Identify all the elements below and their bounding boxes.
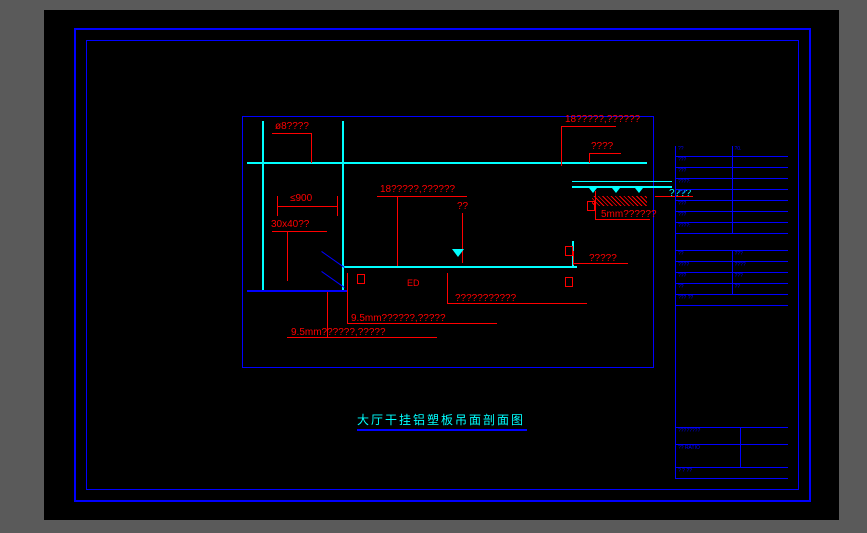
anno-diam8: ø8???? <box>275 121 309 132</box>
title-underline <box>357 429 527 431</box>
light-tri-1 <box>589 188 597 193</box>
tb-ratio-label: ?? RATIO <box>676 445 741 467</box>
leader-30x40-v <box>287 231 288 281</box>
leader-diam8-h <box>272 133 312 134</box>
tb-row: ???????? <box>676 262 788 273</box>
tb-row: ??? <box>676 212 788 223</box>
leader-diam8 <box>311 133 312 163</box>
dim-900-l <box>277 196 278 216</box>
tb-row: ???? <box>676 284 788 295</box>
tb-row: ??? <box>676 190 788 201</box>
leader-qrow-v <box>447 273 448 303</box>
inner-border: ø8???? ≤900 30x40?? 18?????,?????? ?? 18… <box>86 40 799 490</box>
hatch-1 <box>592 196 647 206</box>
dim-box-3 <box>357 274 365 284</box>
leader-18b-h <box>561 126 616 127</box>
dim-box-2 <box>565 246 573 256</box>
leader-95a-v <box>347 273 348 323</box>
upper-ceiling <box>572 186 672 188</box>
tb-row: ????? <box>676 251 788 262</box>
light-tri-3 <box>635 188 643 193</box>
tb-row: ????: <box>676 223 788 234</box>
leader-100 <box>589 153 621 154</box>
tb-row: ?????? <box>676 273 788 284</box>
tb-row: ??? <box>676 201 788 212</box>
dim-box-4 <box>565 277 573 287</box>
anno-5mm: 5mm?????? <box>601 209 657 220</box>
leader-30x40-h <box>272 231 327 232</box>
tb-row: ??? <box>676 168 788 179</box>
leader-right-v <box>573 251 574 265</box>
anno-95b: 9.5mm??????,????? <box>291 327 386 338</box>
light-tri-2 <box>612 188 620 193</box>
floor-line <box>247 290 347 292</box>
tb-row: ??? <box>676 157 788 168</box>
anno-18a: 18?????,?????? <box>380 184 455 195</box>
anno-100: ???? <box>591 141 613 152</box>
anno-ed: ED <box>407 278 420 288</box>
leader-100-v <box>589 153 590 163</box>
anno-95a: 9.5mm??????,????? <box>351 313 446 324</box>
anno-le900: ≤900 <box>290 193 312 204</box>
upper-ceiling2 <box>572 181 672 182</box>
leader-18a <box>397 196 398 266</box>
cad-canvas[interactable]: ø8???? ≤900 30x40?? 18?????,?????? ?? 18… <box>44 10 839 520</box>
outer-border: ø8???? ≤900 30x40?? 18?????,?????? ?? 18… <box>74 28 811 502</box>
anno-right: ????? <box>589 253 617 264</box>
leader-18a-h <box>377 196 467 197</box>
dim-box-1 <box>587 201 595 211</box>
tb-footer: ? ? ?? <box>676 468 788 478</box>
tb-id-label: ???????? <box>676 428 741 444</box>
drawing-title: 大厅干挂铝塑板吊面剖面图 <box>357 411 525 428</box>
anno-light: ?? <box>457 201 468 212</box>
leader-18b <box>561 126 562 166</box>
slab-line <box>247 162 647 164</box>
tb-row: ????: <box>676 179 788 190</box>
title-block: ???0.??????????:?????????????: ?????????… <box>675 146 788 479</box>
wall-vert1 <box>262 121 264 291</box>
dim-900 <box>277 206 337 207</box>
light-fixture <box>452 249 464 257</box>
dim-900-r <box>337 196 338 216</box>
anno-18b: 18?????,?????? <box>565 114 640 125</box>
tb-row: ???0. <box>676 146 788 157</box>
anno-30x40: 30x40?? <box>271 219 309 230</box>
anno-qrow: ??????????? <box>455 293 516 304</box>
ceiling-line <box>342 266 577 268</box>
